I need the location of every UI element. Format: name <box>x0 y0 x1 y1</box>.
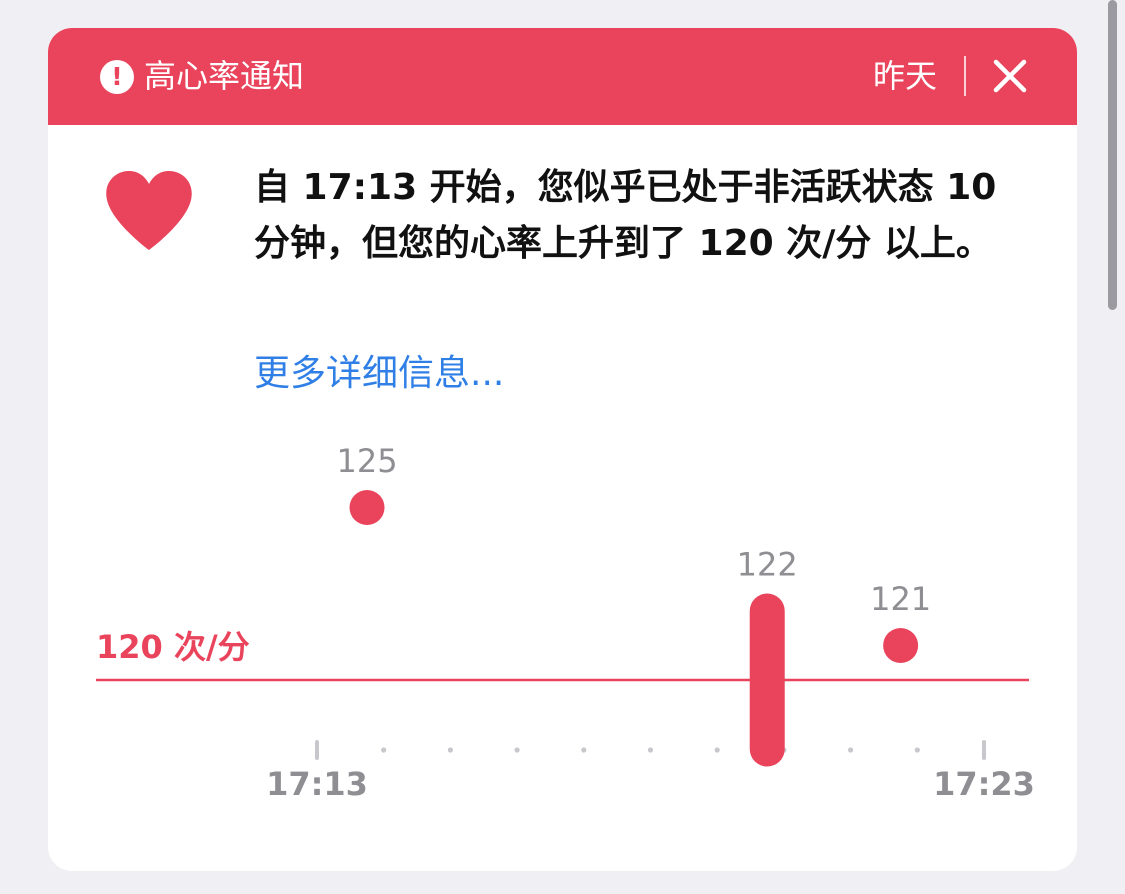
heart-rate-point <box>883 628 919 663</box>
point-value-label: 121 <box>870 580 931 618</box>
close-icon <box>993 59 1027 93</box>
axis-end-tick <box>982 740 986 760</box>
notification-message: 自 17:13 开始，您似乎已处于非活跃状态 10 分钟，但您的心率上升到了 1… <box>254 167 997 264</box>
notification-title: 高心率通知 <box>144 57 305 95</box>
scrollbar[interactable] <box>1108 0 1117 310</box>
exclamation-circle-icon: ! <box>100 60 134 94</box>
point-value-label: 122 <box>737 546 798 584</box>
notification-time: 昨天 <box>872 57 937 95</box>
axis-minor-tick <box>714 747 720 753</box>
axis-minor-tick <box>914 747 920 753</box>
axis-minor-tick <box>447 747 453 753</box>
threshold-label: 120 次/分 <box>96 628 250 666</box>
notification-header: ! 高心率通知 昨天 <box>48 28 1077 125</box>
axis-minor-tick <box>581 747 587 753</box>
x-start-label: 17:13 <box>266 765 368 803</box>
heart-icon <box>106 171 192 250</box>
axis-minor-tick <box>381 747 387 753</box>
heart-rate-chart: 120 次/分 17:13 17:23 125 122 121 <box>96 442 1035 803</box>
heart-rate-point <box>349 490 385 525</box>
point-value-label: 125 <box>336 442 397 480</box>
axis-minor-tick <box>647 747 654 753</box>
x-end-label: 17:23 <box>933 765 1035 803</box>
notification-card: ! 高心率通知 昨天 自 17:13 开始，您似乎已处于非活跃状态 10 分钟，… <box>48 28 1077 871</box>
axis-end-tick <box>315 740 319 760</box>
more-details-link[interactable]: 更多详细信息... <box>254 346 504 402</box>
header-divider <box>964 56 966 96</box>
heart-rate-range <box>749 593 785 767</box>
axis-minor-tick <box>514 747 520 753</box>
close-button[interactable] <box>988 54 1032 98</box>
axis-minor-tick <box>848 747 854 753</box>
